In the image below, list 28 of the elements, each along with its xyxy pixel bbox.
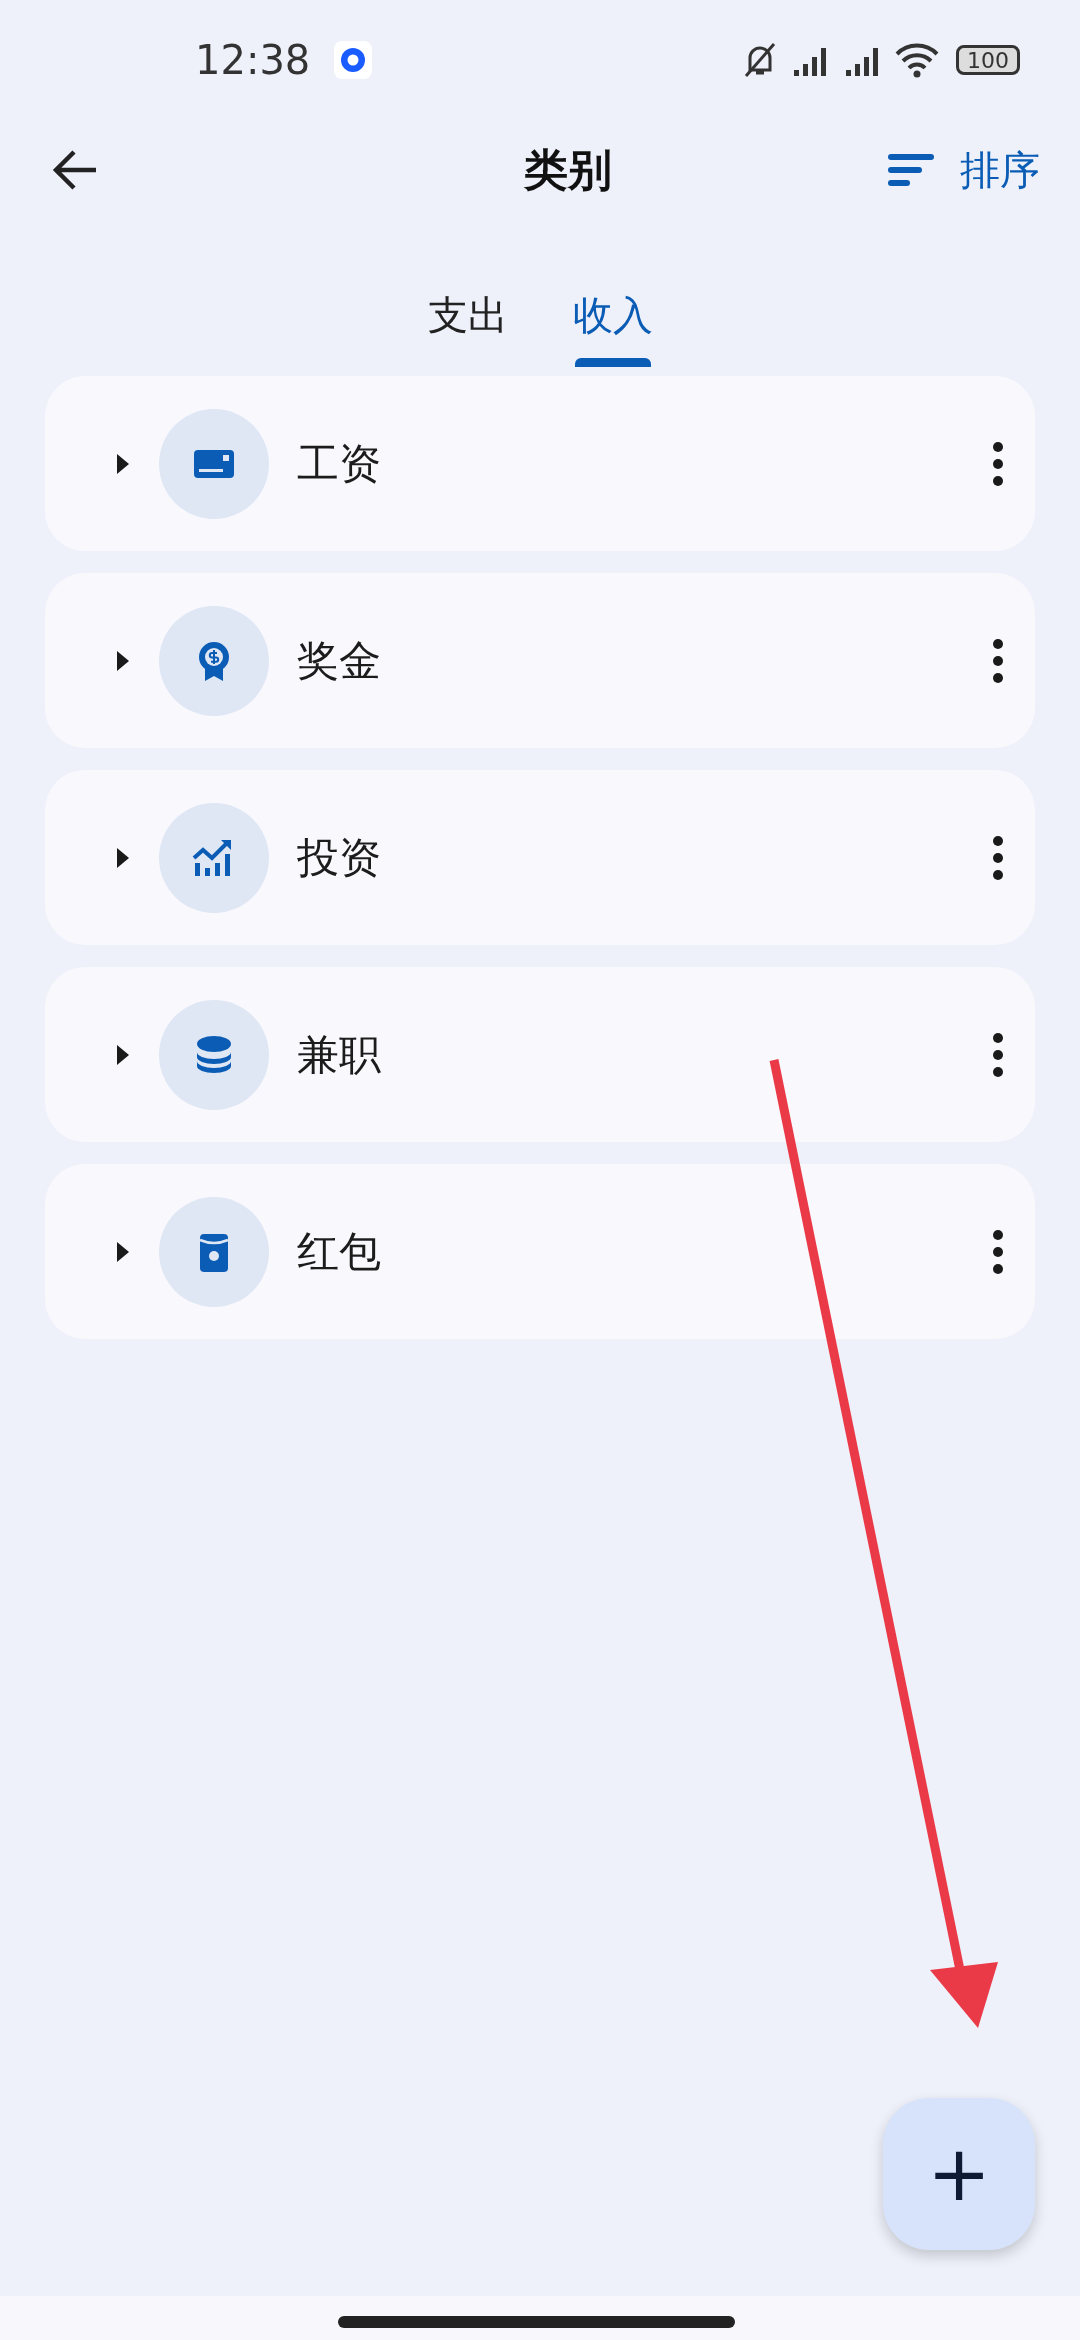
more-options-button[interactable] — [991, 637, 1005, 684]
category-name: 奖金 — [297, 635, 381, 687]
more-options-button[interactable] — [991, 834, 1005, 881]
category-card[interactable]: 投资 — [45, 770, 1035, 945]
category-card[interactable]: 奖金 — [45, 573, 1035, 748]
category-name: 红包 — [297, 1226, 381, 1278]
caret-icon[interactable] — [115, 648, 131, 673]
clock-time: 12:38 — [195, 36, 311, 85]
category-name: 兼职 — [297, 1029, 381, 1081]
tab[interactable]: 收入 — [572, 260, 653, 370]
tab[interactable]: 支出 — [427, 260, 508, 370]
caret-icon[interactable] — [115, 845, 131, 870]
category-name: 工资 — [297, 438, 381, 490]
category-card[interactable]: 红包 — [45, 1164, 1035, 1339]
more-options-button[interactable] — [991, 1228, 1005, 1275]
battery-indicator: 100 — [956, 45, 1020, 75]
app-notification-icon — [334, 41, 373, 79]
caret-icon[interactable] — [115, 1239, 131, 1264]
caret-icon[interactable] — [115, 451, 131, 476]
more-options-button[interactable] — [991, 1031, 1005, 1078]
category-name: 投资 — [297, 832, 381, 884]
page-title: 类别 — [523, 143, 613, 197]
more-options-button[interactable] — [991, 440, 1005, 487]
category-card[interactable]: 工资 — [45, 376, 1035, 551]
caret-icon[interactable] — [115, 1042, 131, 1067]
sort-button[interactable]: 排序 — [960, 140, 1040, 200]
category-card[interactable]: 兼职 — [45, 967, 1035, 1142]
add-button[interactable]: + — [883, 2098, 1035, 2250]
